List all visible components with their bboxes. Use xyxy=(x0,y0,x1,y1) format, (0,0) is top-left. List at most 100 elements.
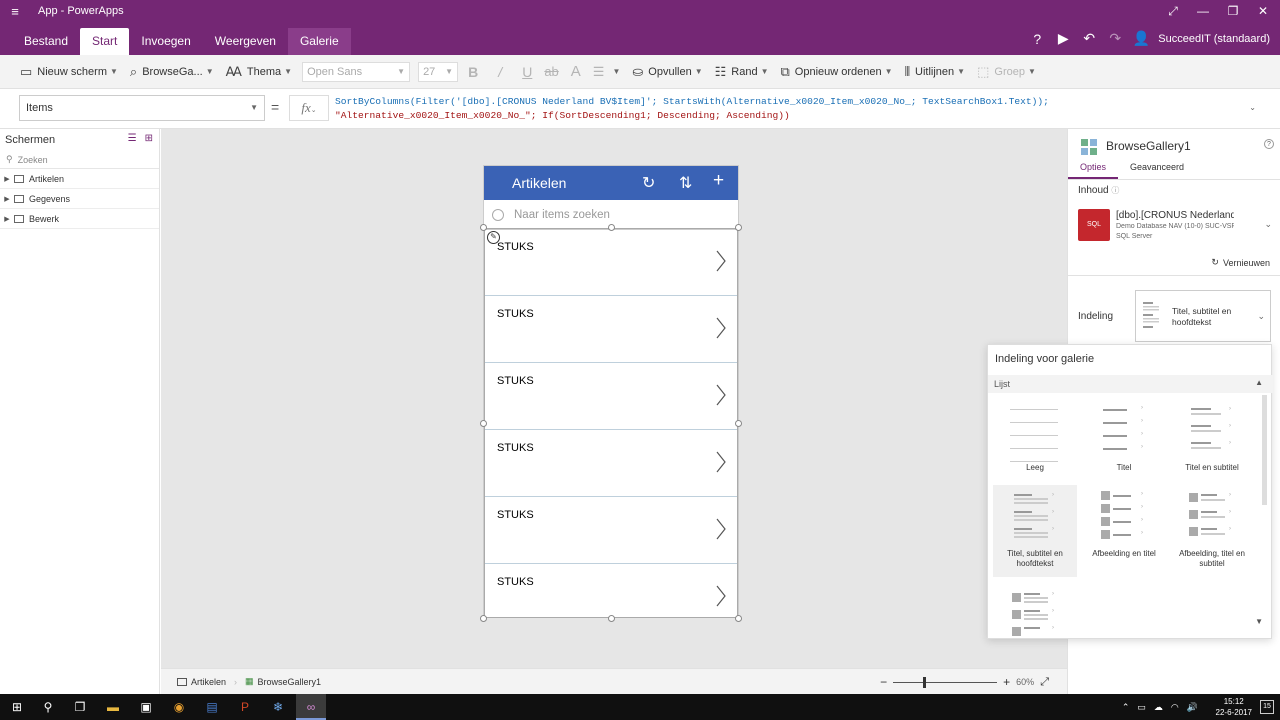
tab-invoegen[interactable]: Invoegen xyxy=(129,28,202,55)
info-icon[interactable]: ⓘ xyxy=(1111,186,1119,195)
chevron-right-icon[interactable] xyxy=(715,249,727,273)
screen-item-bewerk[interactable]: ▶ Bewerk xyxy=(0,209,159,229)
chevron-right-icon[interactable] xyxy=(715,517,727,541)
close-button[interactable]: ✕ xyxy=(1248,0,1278,22)
strikethrough-button[interactable]: ab xyxy=(538,55,564,89)
task-view-icon[interactable]: ❐ xyxy=(65,694,95,720)
group-button[interactable]: ⬚ Groep ▼ xyxy=(971,55,1042,89)
layout-option-titel-subtitel[interactable]: › › › Titel en subtitel xyxy=(1170,399,1254,473)
volume-icon[interactable]: 🔊 xyxy=(1187,702,1198,713)
tab-weergeven[interactable]: Weergeven xyxy=(203,28,288,55)
tab-opties[interactable]: Opties xyxy=(1068,160,1119,179)
gallery-row[interactable]: STUKS xyxy=(485,296,737,363)
expand-icon[interactable]: ▶ xyxy=(0,215,14,223)
resize-handle[interactable] xyxy=(735,224,742,231)
reorder-button[interactable]: ⧉ Opnieuw ordenen ▼ xyxy=(775,55,899,89)
tab-bestand[interactable]: Bestand xyxy=(12,28,80,55)
text-align-button[interactable]: ☰ ▼ xyxy=(587,55,627,89)
notification-badge[interactable]: 15 xyxy=(1260,700,1274,714)
chevron-right-icon[interactable] xyxy=(715,316,727,340)
user-icon[interactable]: 👤 xyxy=(1128,30,1154,47)
layout-option-afbeelding-titel-subtitel[interactable]: › › › Afbeelding, titel en subtitel xyxy=(1170,485,1254,569)
wifi-icon[interactable]: ◠ xyxy=(1171,702,1179,713)
expand-icon[interactable]: ▶ xyxy=(0,195,14,203)
screens-search[interactable]: ⚲ Zoeken xyxy=(0,151,159,169)
user-name[interactable]: SucceedIT (standaard) xyxy=(1154,33,1280,45)
hamburger-icon[interactable]: ≡ xyxy=(0,4,30,19)
gallery-row[interactable]: STUKS xyxy=(485,229,737,296)
sort-icon[interactable]: ⇅ xyxy=(679,173,692,193)
datasource-select[interactable]: SQL [dbo].[CRONUS Nederland B... Demo Da… xyxy=(1078,209,1274,243)
formula-input[interactable]: SortByColumns(Filter('[dbo].[CRONUS Nede… xyxy=(335,95,1240,122)
onedrive-icon[interactable]: ☁ xyxy=(1154,702,1163,713)
layout-option-more[interactable]: › › › xyxy=(993,585,1077,637)
powerpoint-icon[interactable]: P xyxy=(230,694,260,720)
control-name-button[interactable]: ⌕ BrowseGa... ▼ xyxy=(124,55,220,89)
chrome-icon[interactable]: ◉ xyxy=(164,694,194,720)
expand-icon[interactable]: ⤢ xyxy=(1158,0,1188,22)
search-icon[interactable]: ⚲ xyxy=(33,694,63,720)
chevron-right-icon[interactable] xyxy=(715,584,727,608)
resize-handle[interactable] xyxy=(608,615,615,622)
fit-to-window-icon[interactable]: ⤢ xyxy=(1040,676,1049,689)
resize-handle[interactable] xyxy=(480,224,487,231)
play-icon[interactable]: ▶ xyxy=(1050,30,1076,47)
resize-handle[interactable] xyxy=(480,420,487,427)
refresh-button[interactable]: ↻ Vernieuwen xyxy=(1211,257,1270,268)
expand-formula-icon[interactable]: ⌄ xyxy=(1249,103,1256,112)
flyout-scrollbar[interactable] xyxy=(1262,395,1267,505)
font-select[interactable]: Open Sans ▼ xyxy=(302,61,411,82)
fill-button[interactable]: ⛀ Opvullen ▼ xyxy=(626,55,708,89)
screen-item-artikelen[interactable]: ▶ Artikelen xyxy=(0,169,159,189)
help-icon[interactable]: ? xyxy=(1264,139,1274,149)
font-size-select[interactable]: 27 ▼ xyxy=(418,61,459,82)
start-button[interactable]: ⊞ xyxy=(2,694,32,720)
remote-desktop-icon[interactable]: ▤ xyxy=(197,694,227,720)
snowflake-app-icon[interactable]: ❄ xyxy=(263,694,293,720)
tab-galerie[interactable]: Galerie xyxy=(287,28,351,55)
maximize-button[interactable]: ❐ xyxy=(1218,0,1248,22)
help-icon[interactable]: ? xyxy=(1024,31,1050,47)
minimize-button[interactable]: — xyxy=(1188,0,1218,22)
tab-start[interactable]: Start xyxy=(80,28,130,55)
design-canvas[interactable]: Artikelen ↻ ⇅ + Naar items zoeken ✎ STUK… xyxy=(161,129,1067,668)
zoom-out-button[interactable]: − xyxy=(880,675,887,689)
gallery-row[interactable]: STUKS xyxy=(485,430,737,497)
list-view-icon[interactable]: ☰ xyxy=(128,133,137,144)
grid-view-icon[interactable]: ⊞ xyxy=(145,133,153,144)
file-explorer-icon[interactable]: ▬ xyxy=(98,694,128,720)
resize-handle[interactable] xyxy=(480,615,487,622)
redo-icon[interactable]: ↷ xyxy=(1102,30,1128,47)
clock[interactable]: 15:12 22-6-2017 xyxy=(1216,696,1252,718)
app-screen[interactable]: Artikelen ↻ ⇅ + Naar items zoeken ✎ STUK… xyxy=(480,165,742,622)
scroll-up-icon[interactable]: ▲ xyxy=(1255,378,1263,387)
bold-button[interactable]: B xyxy=(462,55,484,89)
screen-item-gegevens[interactable]: ▶ Gegevens xyxy=(0,189,159,209)
store-icon[interactable]: ▣ xyxy=(131,694,161,720)
chevron-right-icon[interactable] xyxy=(715,450,727,474)
breadcrumb-screen[interactable]: Artikelen xyxy=(169,677,234,687)
refresh-icon[interactable]: ↻ xyxy=(642,173,655,193)
border-button[interactable]: ☷ Rand ▼ xyxy=(709,55,775,89)
network-icon[interactable]: ▭ xyxy=(1137,702,1146,713)
zoom-thumb[interactable] xyxy=(923,676,927,688)
zoom-slider[interactable] xyxy=(893,676,998,688)
browse-gallery[interactable]: ✎ STUKS STUKS STUKS STUKS STUKS STUKS xyxy=(484,228,738,618)
layout-option-titel[interactable]: › › › › Titel xyxy=(1082,399,1166,473)
italic-button[interactable]: / xyxy=(484,55,516,89)
layout-option-titel-subtitel-hoofdtekst[interactable]: › › › Titel, subtitel en hoofdtekst xyxy=(993,485,1077,577)
add-icon[interactable]: + xyxy=(713,170,724,192)
undo-icon[interactable]: ↶ xyxy=(1076,30,1102,47)
expand-icon[interactable]: ▶ xyxy=(0,175,14,183)
zoom-in-button[interactable]: + xyxy=(1003,675,1010,689)
fx-button[interactable]: fx⌄ xyxy=(289,95,329,121)
property-select[interactable]: Items ▼ xyxy=(19,95,265,121)
tab-geavanceerd[interactable]: Geavanceerd xyxy=(1118,160,1196,179)
breadcrumb-gallery[interactable]: ▦ BrowseGallery1 xyxy=(237,676,329,687)
underline-button[interactable]: U xyxy=(516,55,538,89)
resize-handle[interactable] xyxy=(608,224,615,231)
gallery-row[interactable]: STUKS xyxy=(485,497,737,564)
powerapps-icon[interactable]: ∞ xyxy=(296,694,326,720)
scroll-down-icon[interactable]: ▼ xyxy=(1255,617,1263,626)
theme-button[interactable]: Ꜳ Thema ▼ xyxy=(220,55,298,89)
